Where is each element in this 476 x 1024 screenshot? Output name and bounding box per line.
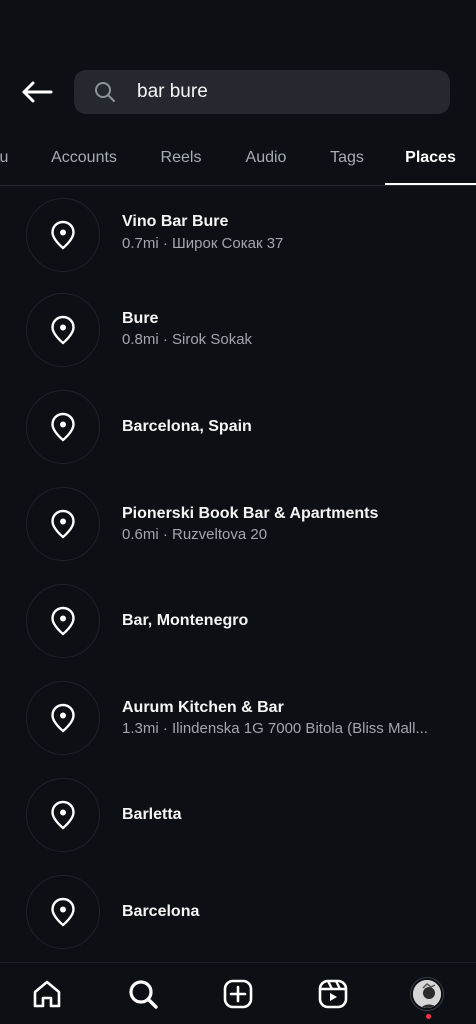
place-name: Bure: [122, 310, 159, 327]
place-details: 0.6mi · Ruzveltova 20: [122, 526, 268, 543]
nav-create[interactable]: [221, 977, 255, 1011]
nav-home[interactable]: [30, 977, 64, 1011]
tab-places[interactable]: Places: [385, 130, 476, 185]
list-item[interactable]: Barcelona: [0, 867, 476, 964]
list-item[interactable]: Barcelona, Spain: [0, 382, 476, 479]
arrow-left-icon: [22, 81, 53, 103]
place-name: Pionerski Book Bar & Apartments: [122, 505, 379, 522]
place-details: 0.8mi · Sirok Sokak: [122, 331, 253, 348]
place-icon-circle: [26, 584, 100, 658]
nav-reels[interactable]: [316, 977, 350, 1011]
location-pin-icon: [51, 220, 75, 250]
location-pin-icon: [51, 703, 75, 733]
list-item[interactable]: Barletta: [0, 770, 476, 867]
place-icon-circle: [26, 293, 100, 367]
reels-icon: [318, 979, 348, 1009]
location-pin-icon: [51, 606, 75, 636]
place-name: Barcelona: [122, 903, 200, 920]
place-name: Aurum Kitchen & Bar: [122, 699, 284, 716]
list-item[interactable]: Aurum Kitchen & Bar 1.3mi · Ilindenska 1…: [0, 673, 476, 770]
search-results-screen: u Accounts Reels Audio Tags Places Vino …: [0, 0, 476, 1024]
place-icon-circle: [26, 681, 100, 755]
tab-tags[interactable]: Tags: [320, 130, 374, 185]
place-details: 1.3mi · Ilindenska 1G 7000 Bitola (Bliss…: [122, 720, 428, 737]
tab-for-you[interactable]: u: [0, 130, 14, 185]
list-item[interactable]: Vino Bar Bure 0.7mi · Широк Сокак 37: [0, 188, 476, 285]
avatar-image: [413, 980, 441, 1008]
avatar: [411, 978, 443, 1010]
place-icon-circle: [26, 487, 100, 561]
list-item[interactable]: Pionerski Book Bar & Apartments 0.6mi · …: [0, 479, 476, 576]
place-icon-circle: [26, 875, 100, 949]
search-header: [0, 0, 476, 130]
location-pin-icon: [51, 509, 75, 539]
place-details: 0.7mi · Широк Сокак 37: [122, 235, 284, 252]
plus-square-icon: [223, 979, 253, 1009]
back-button[interactable]: [18, 74, 56, 110]
search-icon: [129, 980, 158, 1009]
tab-reels[interactable]: Reels: [150, 130, 212, 185]
place-name: Barcelona, Spain: [122, 418, 252, 435]
active-tab-indicator: [385, 183, 476, 185]
bottom-nav: [0, 962, 476, 1024]
search-bar[interactable]: [74, 70, 450, 114]
search-tabs: u Accounts Reels Audio Tags Places: [0, 130, 476, 186]
place-name: Vino Bar Bure: [122, 213, 229, 230]
location-pin-icon: [51, 315, 75, 345]
nav-profile[interactable]: [410, 977, 444, 1011]
notification-dot: [426, 1014, 431, 1019]
search-icon: [95, 82, 115, 102]
nav-search[interactable]: [126, 977, 160, 1011]
place-name: Barletta: [122, 806, 182, 823]
list-item[interactable]: Bure 0.8mi · Sirok Sokak: [0, 285, 476, 382]
search-input[interactable]: [137, 70, 437, 114]
location-pin-icon: [51, 412, 75, 442]
location-pin-icon: [51, 800, 75, 830]
place-icon-circle: [26, 390, 100, 464]
location-pin-icon: [51, 897, 75, 927]
tab-audio[interactable]: Audio: [234, 130, 298, 185]
list-item[interactable]: Bar, Montenegro: [0, 576, 476, 673]
place-icon-circle: [26, 198, 100, 272]
place-icon-circle: [26, 778, 100, 852]
home-icon: [33, 980, 61, 1008]
tab-accounts[interactable]: Accounts: [40, 130, 128, 185]
place-name: Bar, Montenegro: [122, 612, 249, 629]
